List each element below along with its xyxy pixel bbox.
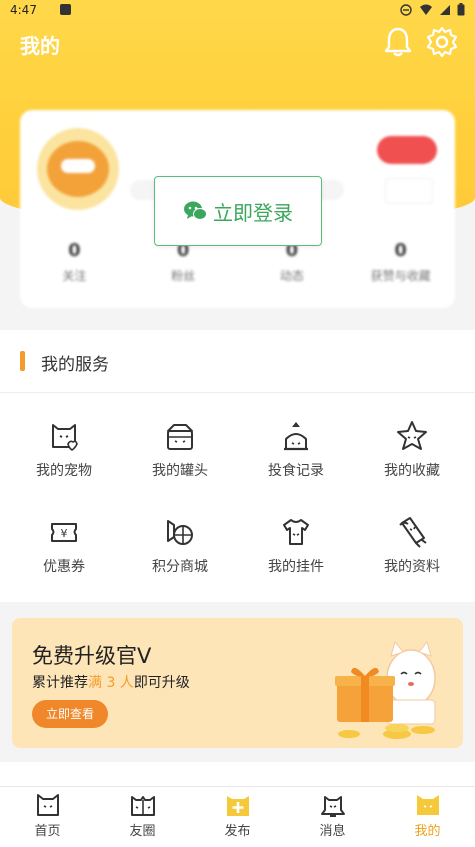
- star-icon: [397, 421, 427, 450]
- login-label: 立即登录: [213, 200, 293, 225]
- tab-publish[interactable]: 发布: [190, 787, 285, 847]
- home-cat-icon: [36, 794, 59, 816]
- service-my-profile[interactable]: 我的资料: [354, 489, 470, 585]
- dnd-icon: [400, 3, 412, 16]
- service-points-mall[interactable]: 积分商城: [122, 489, 238, 585]
- promo-subtitle: 累计推荐满 3 人即可升级: [32, 675, 190, 691]
- follow-button: [377, 136, 437, 164]
- tab-messages[interactable]: 消息: [285, 787, 380, 847]
- services-header: 我的服务: [0, 330, 475, 393]
- tab-friends[interactable]: 友圈: [95, 787, 190, 847]
- svg-text:¥: ¥: [61, 527, 68, 540]
- upgrade-promo-banner[interactable]: 免费升级官V 累计推荐满 3 人即可升级 立即查看: [12, 618, 463, 748]
- can-icon: [167, 424, 193, 450]
- app-notification-icon: [60, 4, 71, 15]
- login-button[interactable]: 立即登录: [154, 176, 322, 246]
- lucky-cat-gift-illustration: [335, 640, 436, 739]
- service-label: 我的罐头: [152, 463, 208, 479]
- stat-fans: 0 粉丝: [171, 240, 196, 283]
- stat-follow: 0 关注: [62, 240, 87, 283]
- stats-row: 0 关注 0 粉丝 0 动态 0 获赞与收藏: [20, 240, 455, 284]
- status-icons: [399, 3, 465, 16]
- service-my-pendants[interactable]: 我的挂件: [238, 489, 354, 585]
- me-cat-icon: [416, 795, 439, 815]
- coupon-icon: ¥: [51, 523, 77, 542]
- services-grid: 我的宠物 我的罐头 投食记录 我的收藏 ¥ 优惠券 积分商城 我的挂件 我的资料: [0, 393, 475, 585]
- service-label: 我的宠物: [36, 463, 92, 479]
- service-label: 优惠券: [43, 559, 85, 575]
- service-coupons[interactable]: ¥ 优惠券: [6, 489, 122, 585]
- tab-me[interactable]: 我的: [380, 787, 475, 847]
- profile-icon: [399, 517, 427, 548]
- promo-view-button[interactable]: 立即查看: [32, 700, 108, 728]
- friends-cat-icon: [130, 796, 155, 816]
- stat-likes: 0 获赞与收藏: [370, 240, 431, 283]
- tab-home[interactable]: 首页: [0, 787, 95, 847]
- services-section: 我的服务 我的宠物 我的罐头 投食记录 我的收藏 ¥ 优惠券 积分商城 我的挂件…: [0, 330, 475, 602]
- stat-posts: 0 动态: [279, 240, 304, 283]
- signal-icon: [440, 4, 450, 15]
- status-bar: 4:47: [0, 0, 475, 20]
- feed-record-icon: [284, 422, 308, 451]
- message-cat-icon: [320, 796, 345, 817]
- service-label: 我的资料: [384, 559, 440, 575]
- publish-plus-icon: [226, 796, 249, 816]
- wechat-icon: [184, 201, 207, 220]
- service-label: 积分商城: [152, 559, 208, 575]
- avatar: [37, 128, 119, 210]
- bell-icon[interactable]: [383, 26, 413, 58]
- service-my-favorites[interactable]: 我的收藏: [354, 393, 470, 489]
- service-label: 投食记录: [268, 463, 324, 479]
- page-title: 我的: [20, 34, 60, 58]
- pet-icon: [52, 424, 78, 451]
- gear-icon[interactable]: [426, 26, 458, 58]
- pendant-icon: [283, 519, 309, 545]
- service-my-can[interactable]: 我的罐头: [122, 393, 238, 489]
- service-label: 我的挂件: [268, 559, 324, 575]
- avatar-cat-image: [47, 141, 109, 197]
- service-feed-record[interactable]: 投食记录: [238, 393, 354, 489]
- next-section-peek: [0, 762, 475, 786]
- edit-button: [385, 178, 433, 204]
- points-mall-icon: [167, 520, 193, 545]
- wifi-icon: [420, 4, 432, 15]
- service-my-pet[interactable]: 我的宠物: [6, 393, 122, 489]
- service-label: 我的收藏: [384, 463, 440, 479]
- section-accent-bar: [20, 351, 25, 371]
- promo-title: 免费升级官V: [32, 644, 152, 668]
- battery-icon: [457, 3, 465, 16]
- status-time: 4:47: [10, 3, 37, 17]
- bottom-tab-bar: 首页 友圈 发布 消息 我的: [0, 786, 475, 847]
- services-title: 我的服务: [41, 355, 109, 375]
